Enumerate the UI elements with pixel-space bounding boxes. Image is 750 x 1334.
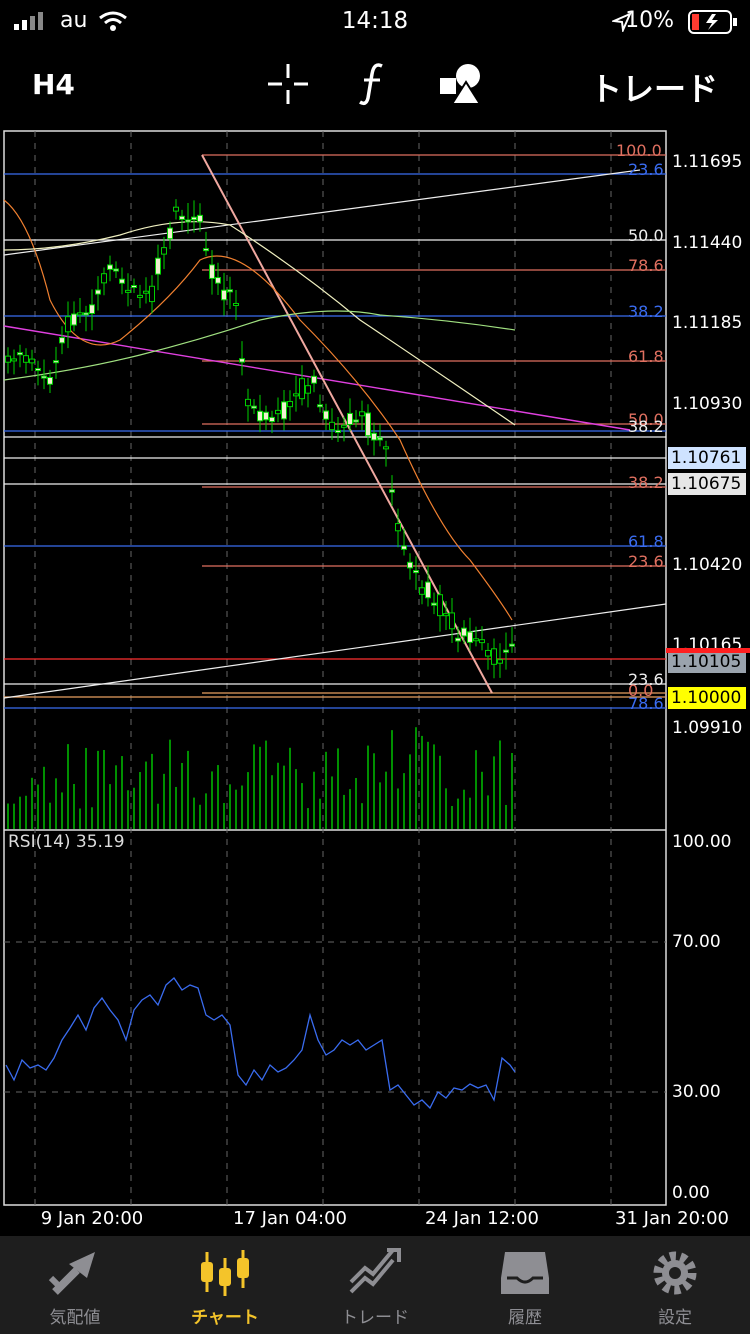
time-tick: 31 Jan 20:00 (615, 1208, 729, 1229)
fib-level-label: 38.2 (628, 473, 664, 492)
candlesticks (5, 199, 515, 679)
trade-icon (349, 1248, 401, 1294)
chart-icon (201, 1250, 249, 1296)
fib-level-label: 61.8 (628, 347, 664, 366)
volume-bars (7, 727, 513, 829)
tab-trade[interactable]: トレード (300, 1236, 450, 1334)
price-tick: 1.10420 (672, 555, 743, 575)
fib-level-label: 78.6 (628, 256, 664, 275)
price-tick: 1.11695 (672, 152, 743, 172)
tab-settings[interactable]: 設定 (600, 1236, 750, 1334)
rsi-line (5, 977, 516, 1110)
price-chart[interactable] (0, 0, 750, 1236)
price-highlight: 1.10761 (668, 447, 746, 469)
price-tick: 1.10930 (672, 394, 743, 414)
quotes-icon (48, 1252, 95, 1295)
fib-level-label: 50.0 (628, 226, 664, 245)
rsi-tick: 30.00 (672, 1082, 721, 1102)
history-icon (501, 1252, 549, 1294)
price-highlight: 1.10000 (668, 687, 746, 709)
tab-history[interactable]: 履歴 (450, 1236, 600, 1334)
rsi-tick: 0.00 (672, 1183, 710, 1203)
price-highlight: 1.10675 (668, 473, 746, 495)
fib-level-label: 38.2 (628, 302, 664, 321)
time-tick: 17 Jan 04:00 (233, 1208, 347, 1229)
rsi-label: RSI(14) 35.19 (8, 832, 125, 852)
price-highlight: 1.10105 (668, 651, 746, 673)
tab-quotes[interactable]: 気配値 (0, 1236, 150, 1334)
fib-level-label: 100.0 (616, 141, 662, 160)
tab-chart[interactable]: チャート (150, 1236, 300, 1334)
time-tick: 9 Jan 20:00 (40, 1208, 144, 1229)
fib-level-label: 23.6 (628, 160, 664, 179)
time-tick: 24 Jan 12:00 (425, 1208, 539, 1229)
rsi-tick: 100.00 (672, 832, 732, 852)
tab-bar: 気配値 チャート トレード 履歴 設定 (0, 1236, 750, 1334)
fib-level-label: 61.8 (628, 532, 664, 551)
current-price-marker (666, 648, 750, 653)
price-tick: 1.11440 (672, 233, 743, 253)
settings-icon (653, 1251, 697, 1295)
price-tick: 1.09910 (672, 718, 743, 738)
price-tick: 1.11185 (672, 313, 743, 333)
fib-level-label: 78.6 (628, 694, 664, 713)
fib-level-label: 38.2 (628, 417, 664, 436)
fib-level-label: 23.6 (628, 552, 664, 571)
rsi-tick: 70.00 (672, 932, 721, 952)
